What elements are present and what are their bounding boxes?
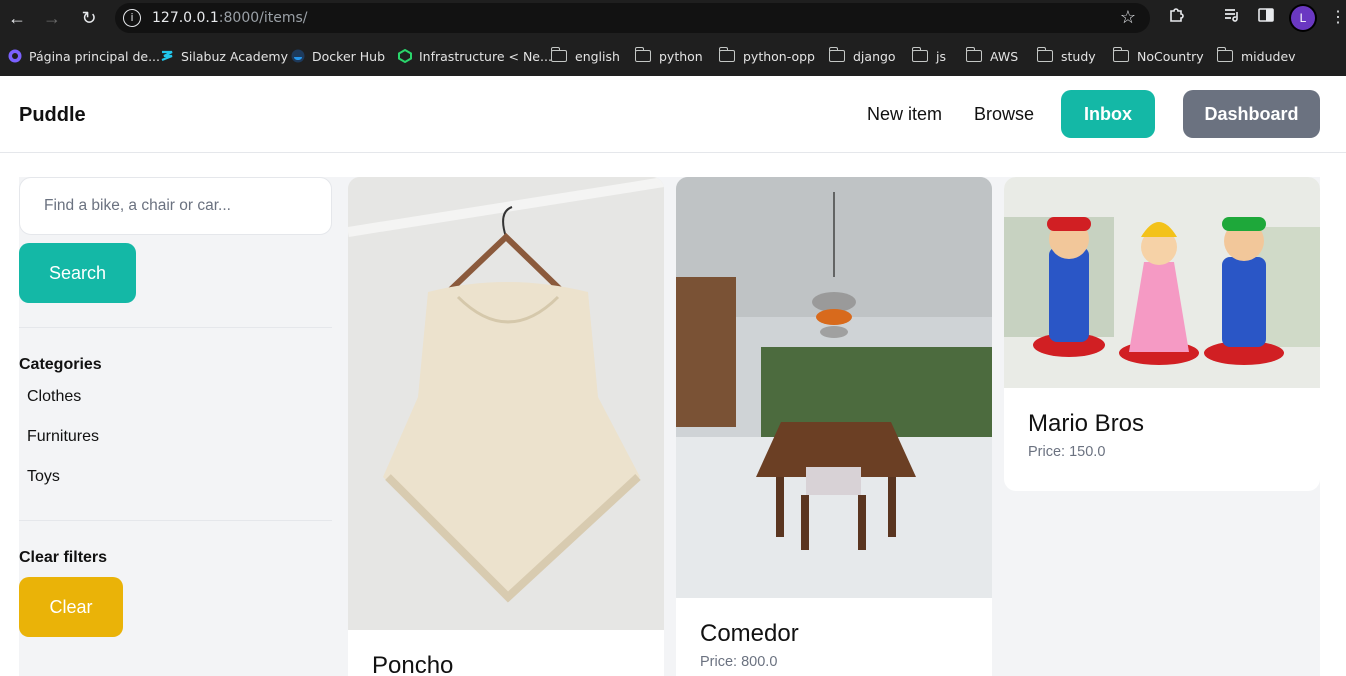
bookmark-folder[interactable]: django xyxy=(828,46,896,66)
bookmark-label: Infrastructure < Ne... xyxy=(419,48,552,64)
bookmark-item[interactable]: Silabuz Academy xyxy=(160,46,288,66)
forward-icon[interactable]: → xyxy=(40,6,64,30)
divider xyxy=(19,520,332,521)
divider xyxy=(19,327,332,328)
folder-icon xyxy=(550,47,567,62)
item-name: Mario Bros xyxy=(1028,410,1145,437)
bookmark-folder[interactable]: english xyxy=(550,46,620,66)
reload-icon[interactable]: ↻ xyxy=(77,6,101,30)
url-text[interactable]: 127.0.0.1:8000/items/ xyxy=(152,10,308,26)
bookmark-label: python-opp xyxy=(743,48,815,64)
bookmark-folder[interactable]: AWS xyxy=(965,46,1019,66)
bookmark-folder[interactable]: study xyxy=(1036,46,1096,66)
price-label: Price: xyxy=(700,654,742,670)
price-value: 800.0 xyxy=(741,654,778,670)
item-body: Mario Bros Price: 150.0 xyxy=(1004,388,1320,482)
folder-icon xyxy=(828,47,845,62)
site-info-icon[interactable]: i xyxy=(123,9,141,27)
category-toys[interactable]: Toys xyxy=(27,468,60,486)
new-item-link[interactable]: New item xyxy=(867,104,942,125)
folder-icon xyxy=(965,47,982,62)
item-name: Comedor xyxy=(700,620,799,647)
silabuz-icon xyxy=(160,49,174,63)
app-icon xyxy=(8,49,22,63)
bookmark-label: study xyxy=(1061,48,1096,64)
side-panel-icon[interactable] xyxy=(1254,6,1278,30)
item-body: Poncho xyxy=(348,630,664,676)
item-card[interactable]: Poncho xyxy=(348,177,664,676)
url-path: :8000/items/ xyxy=(218,10,308,26)
bookmark-label: django xyxy=(853,48,896,64)
profile-avatar[interactable]: L xyxy=(1291,6,1315,30)
main-content: Search Categories Clothes Furnitures Toy… xyxy=(19,177,1320,676)
bookmark-label: english xyxy=(575,48,620,64)
address-bar[interactable]: i 127.0.0.1:8000/items/ ☆ xyxy=(115,3,1150,33)
folder-icon xyxy=(911,47,928,62)
extensions-icon[interactable] xyxy=(1165,6,1189,30)
site-navbar: Puddle New item Browse Inbox Dashboard xyxy=(0,76,1346,153)
bookmark-folder[interactable]: python-opp xyxy=(718,46,815,66)
bookmark-folder[interactable]: python xyxy=(634,46,703,66)
item-card[interactable]: Mario Bros Price: 150.0 xyxy=(1004,177,1320,491)
folder-icon xyxy=(1216,47,1233,62)
bookmark-folder[interactable]: js xyxy=(911,46,946,66)
clear-filters-title: Clear filters xyxy=(19,549,108,566)
item-image[interactable] xyxy=(348,177,664,630)
bookmark-label: python xyxy=(659,48,703,64)
infra-icon xyxy=(398,48,412,64)
menu-kebab-icon[interactable]: ⋮ xyxy=(1326,6,1346,30)
browse-link[interactable]: Browse xyxy=(974,104,1034,125)
back-icon[interactable]: ← xyxy=(5,6,29,30)
bookmarks-bar: Página principal de... Silabuz Academy D… xyxy=(0,36,1346,76)
search-button[interactable]: Search xyxy=(19,243,136,303)
bookmark-star-icon[interactable]: ☆ xyxy=(1120,7,1136,28)
item-price: Price: 800.0 xyxy=(700,654,968,670)
price-value: 150.0 xyxy=(1069,444,1106,460)
bookmark-item[interactable]: Página principal de... xyxy=(8,46,160,66)
bookmark-label: NoCountry xyxy=(1137,48,1204,64)
item-image[interactable] xyxy=(1004,177,1320,388)
bookmark-label: midudev xyxy=(1241,48,1296,64)
brand-logo[interactable]: Puddle xyxy=(19,104,86,127)
filters-sidebar: Search Categories Clothes Furnitures Toy… xyxy=(19,177,332,676)
category-furnitures[interactable]: Furnitures xyxy=(27,428,99,446)
inbox-button[interactable]: Inbox xyxy=(1061,90,1155,138)
page-viewport: Puddle New item Browse Inbox Dashboard S… xyxy=(0,76,1346,676)
bookmark-item[interactable]: Infrastructure < Ne... xyxy=(398,46,552,66)
bookmark-label: js xyxy=(936,48,946,64)
docker-icon xyxy=(291,49,305,63)
bookmark-label: AWS xyxy=(990,48,1019,64)
item-body: Comedor Price: 800.0 xyxy=(676,598,992,676)
bookmark-label: Silabuz Academy xyxy=(181,48,288,64)
price-label: Price: xyxy=(1028,444,1070,460)
folder-icon xyxy=(1036,47,1053,62)
dashboard-button[interactable]: Dashboard xyxy=(1183,90,1320,138)
reading-list-icon[interactable] xyxy=(1220,6,1244,30)
folder-icon xyxy=(634,47,651,62)
bookmark-label: Página principal de... xyxy=(29,48,160,64)
item-image[interactable] xyxy=(676,177,992,598)
folder-icon xyxy=(718,47,735,62)
url-host: 127.0.0.1 xyxy=(152,10,219,26)
folder-icon xyxy=(1112,47,1129,62)
item-card[interactable]: Comedor Price: 800.0 xyxy=(676,177,992,676)
bookmark-folder[interactable]: NoCountry xyxy=(1112,46,1204,66)
item-name: Poncho xyxy=(372,652,454,676)
clear-button[interactable]: Clear xyxy=(19,577,123,637)
category-clothes[interactable]: Clothes xyxy=(27,388,81,406)
bookmark-item[interactable]: Docker Hub xyxy=(291,46,385,66)
bookmark-label: Docker Hub xyxy=(312,48,385,64)
bookmark-folder[interactable]: midudev xyxy=(1216,46,1296,66)
item-price: Price: 150.0 xyxy=(1028,444,1296,460)
browser-toolbar: ← → ↻ i 127.0.0.1:8000/items/ ☆ L ⋮ xyxy=(0,0,1346,36)
search-input[interactable] xyxy=(19,177,332,235)
categories-title: Categories xyxy=(19,356,102,373)
